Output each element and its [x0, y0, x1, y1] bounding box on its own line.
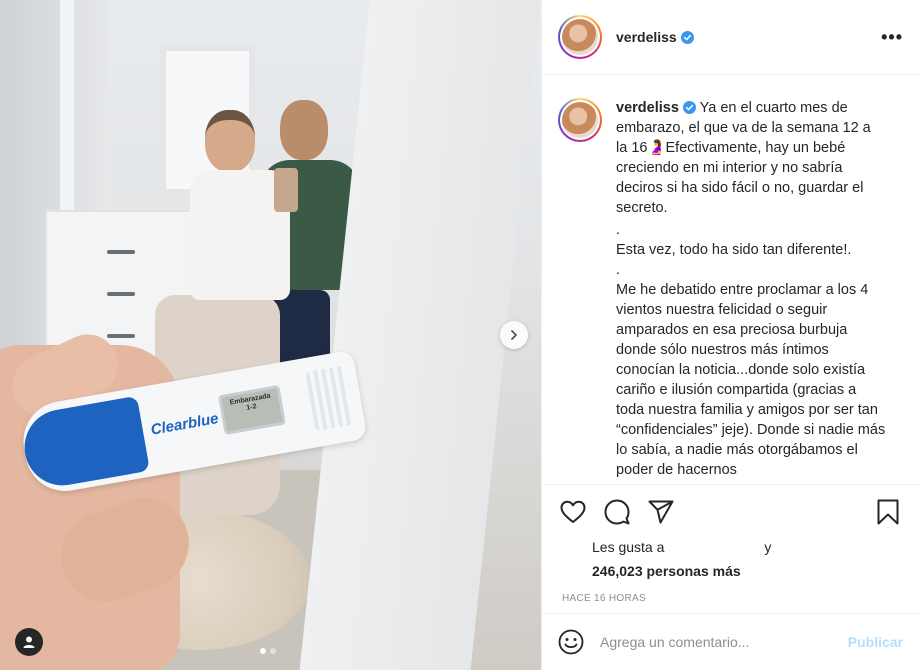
- chevron-right-icon: [511, 330, 517, 340]
- caption-avatar[interactable]: [558, 98, 602, 142]
- caption-paragraph: Esta vez, todo ha sido tan diferente!.: [616, 242, 852, 258]
- action-bar: [542, 485, 919, 539]
- emoji-icon[interactable]: [558, 629, 584, 655]
- post-comment-button[interactable]: Publicar: [848, 634, 903, 650]
- carousel-dots: [260, 648, 276, 654]
- verified-badge-icon: [680, 31, 694, 44]
- post-details-panel: verdeliss ••• verdeliss Ya en el cuarto …: [541, 0, 919, 670]
- likes-suffix: y: [764, 539, 772, 555]
- photo-phone: [274, 168, 298, 212]
- save-button[interactable]: [873, 497, 903, 527]
- carousel-dot: [260, 648, 266, 654]
- comment-button[interactable]: [602, 497, 632, 527]
- post-actions-section: Les gusta a y 246,023 personas más HACE …: [542, 484, 919, 604]
- next-slide-button[interactable]: [500, 321, 528, 349]
- caption-paragraph: .: [616, 262, 621, 278]
- comment-icon: [604, 499, 630, 525]
- share-button[interactable]: [646, 497, 676, 527]
- carousel-dot: [270, 648, 276, 654]
- post-photo[interactable]: Clearblue Embarazada 1-2: [0, 0, 541, 670]
- hidden-username[interactable]: [668, 542, 760, 556]
- comment-input[interactable]: [600, 634, 840, 650]
- caption-comment: verdeliss Ya en el cuarto mes de embaraz…: [558, 98, 903, 480]
- header-username-text[interactable]: verdeliss: [616, 29, 677, 45]
- post-header: verdeliss •••: [542, 0, 919, 75]
- header-username[interactable]: verdeliss: [616, 29, 694, 45]
- caption-scroll-area[interactable]: verdeliss Ya en el cuarto mes de embaraz…: [542, 76, 919, 484]
- bookmark-icon: [877, 499, 899, 525]
- share-icon: [648, 500, 674, 524]
- caption-paragraph-text: Ya en el cuarto mes de embarazo, el que …: [616, 100, 871, 216]
- likes-prefix: Les gusta a: [592, 539, 665, 555]
- heart-icon: [560, 500, 586, 523]
- like-button[interactable]: [558, 497, 588, 527]
- caption-paragraph: .: [616, 222, 621, 238]
- caption-username[interactable]: verdeliss: [616, 100, 679, 116]
- likes-count[interactable]: 246,023 personas más: [592, 563, 903, 579]
- caption-text: verdeliss Ya en el cuarto mes de embaraz…: [616, 98, 886, 480]
- caption-paragraph: verdeliss Ya en el cuarto mes de embaraz…: [616, 98, 886, 218]
- comment-form: Publicar: [542, 613, 919, 670]
- likes-section: Les gusta a y 246,023 personas más: [542, 539, 919, 579]
- avatar[interactable]: [558, 15, 602, 59]
- tagged-users-button[interactable]: [15, 628, 43, 656]
- post-timestamp[interactable]: HACE 16 HORAS: [542, 579, 919, 604]
- user-icon: [23, 636, 35, 648]
- more-options-button[interactable]: •••: [881, 27, 903, 48]
- verified-badge-icon: [682, 101, 696, 114]
- caption-paragraph: Me he debatido entre proclamar a los 4 v…: [616, 282, 886, 478]
